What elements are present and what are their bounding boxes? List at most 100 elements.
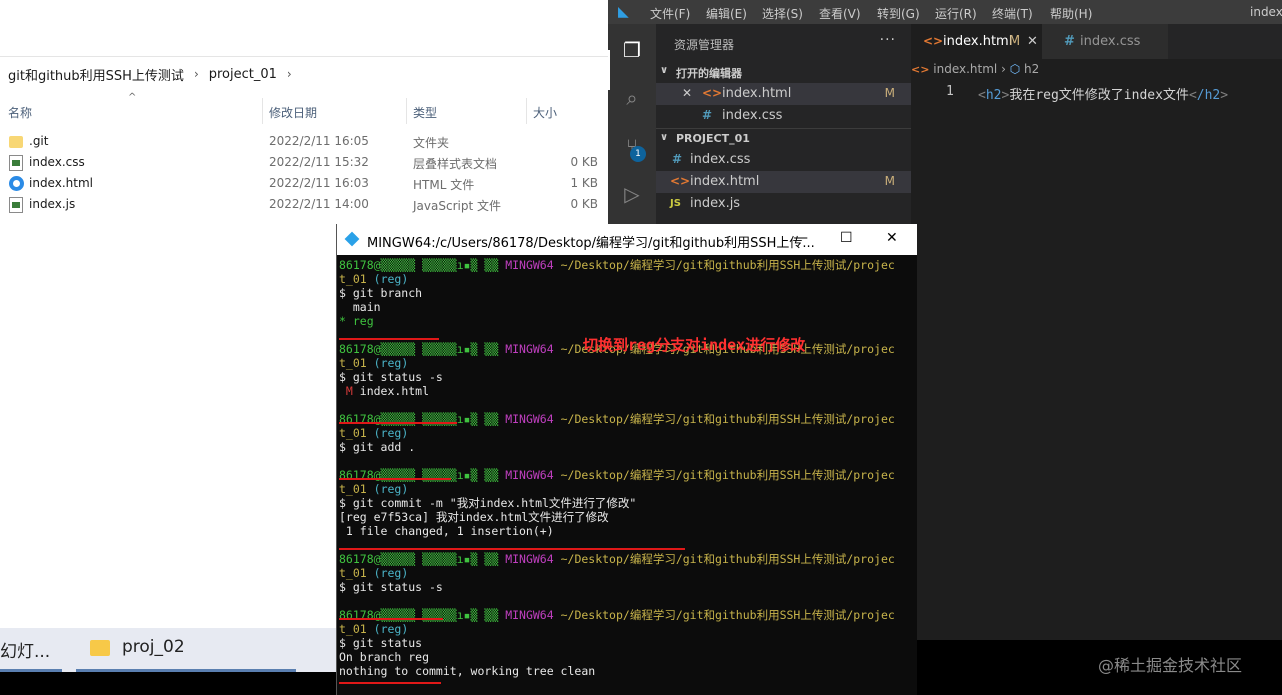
prompt-host: MINGW64 xyxy=(505,468,554,482)
command-line: $ git status -s xyxy=(339,580,443,594)
tab-index-css[interactable]: # index.css xyxy=(1042,24,1168,59)
chevron-down-icon: ∨ xyxy=(660,65,669,76)
menu-go[interactable]: 转到(G) xyxy=(877,5,920,22)
active-indicator xyxy=(76,669,296,672)
menu-selection[interactable]: 选择(S) xyxy=(762,5,803,22)
column-type[interactable]: 类型 xyxy=(413,104,437,121)
code-editor[interactable]: 1 <h2>我在reg文件修改了index文件</h2> xyxy=(911,80,1282,640)
folder-icon xyxy=(9,136,23,148)
menu-run[interactable]: 运行(R) xyxy=(935,5,977,22)
breadcrumb-current[interactable]: project_01 xyxy=(209,67,277,82)
taskbar-item-proj02[interactable]: proj_02 xyxy=(122,637,185,657)
html-file-icon: <> xyxy=(670,174,691,188)
project-file-item[interactable]: # index.css xyxy=(656,149,911,171)
file-type: HTML 文件 xyxy=(413,178,475,192)
active-indicator xyxy=(0,669,62,672)
prompt-host: MINGW64 xyxy=(505,412,554,426)
output-line: On branch reg xyxy=(339,650,430,664)
column-divider[interactable] xyxy=(406,98,407,124)
modified-badge: M xyxy=(884,86,895,100)
column-size[interactable]: 大小 xyxy=(533,104,557,121)
more-actions-icon[interactable]: ··· xyxy=(880,32,896,48)
search-icon[interactable]: ⌕ xyxy=(620,86,644,110)
column-divider[interactable] xyxy=(526,98,527,124)
open-editors-section[interactable]: ∨ 打开的编辑器 xyxy=(656,61,911,83)
menu-file[interactable]: 文件(F) xyxy=(650,5,690,22)
breadcrumb-symbol[interactable]: h2 xyxy=(1024,62,1039,76)
command-line: $ git branch xyxy=(339,286,423,300)
maximize-button[interactable]: ☐ xyxy=(840,230,853,246)
breadcrumb-folder[interactable]: git和github利用SSH上传测试 xyxy=(8,65,184,84)
close-icon[interactable]: ✕ xyxy=(682,86,692,100)
tag-name: h2 xyxy=(985,88,1002,103)
sidebar-title: 资源管理器 xyxy=(674,38,735,52)
column-modified[interactable]: 修改日期 xyxy=(269,104,317,121)
address-bar[interactable]: git和github利用SSH上传测试 › project_01 › xyxy=(0,60,608,88)
prompt-user: 86178@▒▒▒▒▒ ▒▒▒▒▒ı▪▒ ▒▒ xyxy=(339,258,499,272)
minimize-button[interactable]: — xyxy=(794,230,808,246)
file-date: 2022/2/11 14:00 xyxy=(269,197,369,211)
prompt-path: t_01 xyxy=(339,356,367,370)
section-label: PROJECT_01 xyxy=(676,132,750,145)
breadcrumb-file[interactable]: index.html xyxy=(933,62,997,76)
editor-breadcrumb[interactable]: <> index.html › ⬡ h2 xyxy=(911,62,1039,76)
run-debug-icon[interactable]: ▷ xyxy=(620,182,644,206)
prompt-path: ~/Desktop/编程学习/git和github利用SSH上传测试/proje… xyxy=(560,608,895,622)
chevron-down-icon: ∨ xyxy=(660,132,669,143)
menu-view[interactable]: 查看(V) xyxy=(819,5,861,22)
terminal-title-bar[interactable]: MINGW64:/c/Users/86178/Desktop/编程学习/git和… xyxy=(337,224,917,255)
chevron-right-icon: › xyxy=(1001,62,1006,76)
file-row[interactable]: index.js 2022/2/11 14:00 JavaScript 文件 0… xyxy=(0,194,608,215)
prompt-path: t_01 xyxy=(339,272,367,286)
project-file-item[interactable]: <> index.html M xyxy=(656,171,911,193)
command-line: $ git status xyxy=(339,636,423,650)
open-editor-item[interactable]: ✕ <> index.html M xyxy=(656,83,911,105)
prompt-line: 86178@▒▒▒▒▒ ▒▒▒▒▒ı▪▒ ▒▒ MINGW64 ~/Deskto… xyxy=(339,258,915,272)
file-name: index.html xyxy=(690,174,760,189)
close-icon[interactable]: ✕ xyxy=(1027,34,1038,49)
taskbar-item-slides[interactable]: 幻灯... xyxy=(0,637,50,662)
file-size: 0 KB xyxy=(570,155,598,169)
window-title: index. xyxy=(1250,5,1282,19)
code-line[interactable]: <h2>我在reg文件修改了index文件</h2> xyxy=(978,84,1228,103)
files-icon[interactable]: ❐ xyxy=(620,38,644,62)
prompt-path: ~/Desktop/编程学习/git和github利用SSH上传测试/proje… xyxy=(560,552,895,566)
file-row[interactable]: index.html 2022/2/11 16:03 HTML 文件 1 KB xyxy=(0,173,608,194)
close-button[interactable]: ✕ xyxy=(886,230,898,246)
project-section[interactable]: ∨ PROJECT_01 xyxy=(656,128,911,150)
symbol-icon: ⬡ xyxy=(1009,62,1021,76)
red-underline xyxy=(339,338,439,340)
tab-index-html[interactable]: <> index.html M ✕ xyxy=(911,24,1042,59)
red-underline xyxy=(339,422,457,424)
open-editor-item[interactable]: # index.css xyxy=(656,105,911,127)
column-name[interactable]: 名称 xyxy=(8,104,32,121)
prompt-path: t_01 xyxy=(339,622,367,636)
column-divider[interactable] xyxy=(262,98,263,124)
file-name: index.css xyxy=(29,155,85,169)
file-row[interactable]: .git 2022/2/11 16:05 文件夹 xyxy=(0,131,608,152)
terminal-output[interactable]: 86178@▒▒▒▒▒ ▒▒▒▒▒ı▪▒ ▒▒ MINGW64 ~/Deskto… xyxy=(339,258,915,695)
edge-html-icon xyxy=(9,176,24,191)
prompt-branch: (reg) xyxy=(373,426,409,440)
project-file-item[interactable]: JS index.js xyxy=(656,193,911,215)
mingw-terminal-window: MINGW64:/c/Users/86178/Desktop/编程学习/git和… xyxy=(336,224,917,695)
prompt-branch: (reg) xyxy=(373,566,409,580)
prompt-path: t_01 xyxy=(339,426,367,440)
command-line: $ git status -s xyxy=(339,370,443,384)
active-indicator xyxy=(608,50,610,90)
title-bar: ◣ 文件(F) 编辑(E) 选择(S) 查看(V) 转到(G) 运行(R) 终端… xyxy=(608,0,1282,24)
menu-terminal[interactable]: 终端(T) xyxy=(992,5,1033,22)
tab-label: index.css xyxy=(1080,34,1141,49)
prompt-path: ~/Desktop/编程学习/git和github利用SSH上传测试/proje… xyxy=(560,258,895,272)
status-flag: M xyxy=(339,384,353,398)
prompt-branch: (reg) xyxy=(373,482,409,496)
html-file-icon: <> xyxy=(911,63,930,76)
menu-edit[interactable]: 编辑(E) xyxy=(706,5,747,22)
file-row[interactable]: index.css 2022/2/11 15:32 层叠样式表文档 0 KB xyxy=(0,152,608,173)
file-type: 文件夹 xyxy=(413,136,450,150)
prompt-branch: (reg) xyxy=(373,356,409,370)
vscode-logo-icon: ◣ xyxy=(618,4,629,20)
prompt-path: ~/Desktop/编程学习/git和github利用SSH上传测试/proje… xyxy=(560,412,895,426)
tag-text: 我在reg文件修改了index文件 xyxy=(1009,88,1189,103)
menu-help[interactable]: 帮助(H) xyxy=(1050,5,1092,22)
